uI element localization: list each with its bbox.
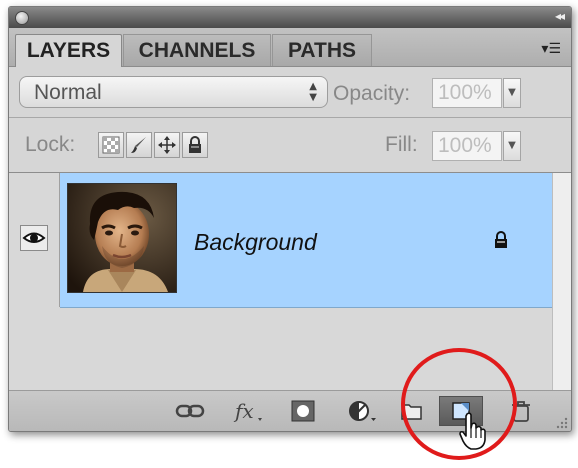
visibility-column xyxy=(9,173,60,307)
lock-transparent-pixels-icon[interactable] xyxy=(98,132,124,158)
resize-grip-icon[interactable] xyxy=(556,417,568,429)
layer-style-fx-icon[interactable]: fx xyxy=(231,397,265,425)
eye-icon xyxy=(22,232,46,243)
lock-icon xyxy=(495,231,507,248)
tab-channels[interactable]: CHANNELS xyxy=(123,34,271,66)
adjustment-layer-icon[interactable] xyxy=(345,397,379,425)
fill-label: Fill: xyxy=(385,133,418,156)
close-icon[interactable] xyxy=(15,11,29,25)
lock-fill-row: Lock: Fill: 100% ▼ xyxy=(9,118,571,173)
fill-dropdown-icon[interactable]: ▼ xyxy=(503,131,521,161)
opacity-field[interactable]: 100% xyxy=(432,78,502,108)
add-mask-icon[interactable] xyxy=(289,397,317,425)
layer-name: Background xyxy=(194,229,317,255)
fill-field[interactable]: 100% xyxy=(432,131,502,161)
lock-all-icon[interactable] xyxy=(182,132,208,158)
blend-mode-value: Normal xyxy=(34,81,102,104)
svg-text:fx: fx xyxy=(233,399,254,423)
collapse-icon[interactable]: ◂◂ xyxy=(555,9,565,23)
panel-titlebar: ◂◂ xyxy=(9,7,571,28)
chevron-updown-icon: ▲ ▼ xyxy=(309,81,317,103)
layers-scrollbar[interactable] xyxy=(552,173,571,390)
layer-thumbnail xyxy=(67,183,177,293)
tab-bar: LAYERS CHANNELS PATHS ▾☰ xyxy=(9,28,571,67)
opacity-dropdown-icon[interactable]: ▼ xyxy=(503,78,521,108)
blend-mode-select[interactable]: Normal ▲ ▼ xyxy=(19,76,328,108)
tab-paths[interactable]: PATHS xyxy=(272,34,372,66)
blend-opacity-row: Normal ▲ ▼ Opacity: 100% ▼ xyxy=(9,67,571,118)
panel-menu-icon[interactable]: ▾☰ xyxy=(541,41,561,57)
lock-image-pixels-icon[interactable] xyxy=(126,132,152,158)
tab-layers[interactable]: LAYERS xyxy=(15,34,122,67)
lock-position-icon[interactable] xyxy=(154,132,180,158)
hand-cursor-icon xyxy=(459,412,486,450)
visibility-toggle[interactable] xyxy=(20,225,48,251)
lock-label: Lock: xyxy=(25,133,76,156)
opacity-label: Opacity: xyxy=(333,82,411,105)
link-layers-icon[interactable] xyxy=(175,397,205,425)
layer-row-background[interactable]: Background xyxy=(60,173,553,308)
